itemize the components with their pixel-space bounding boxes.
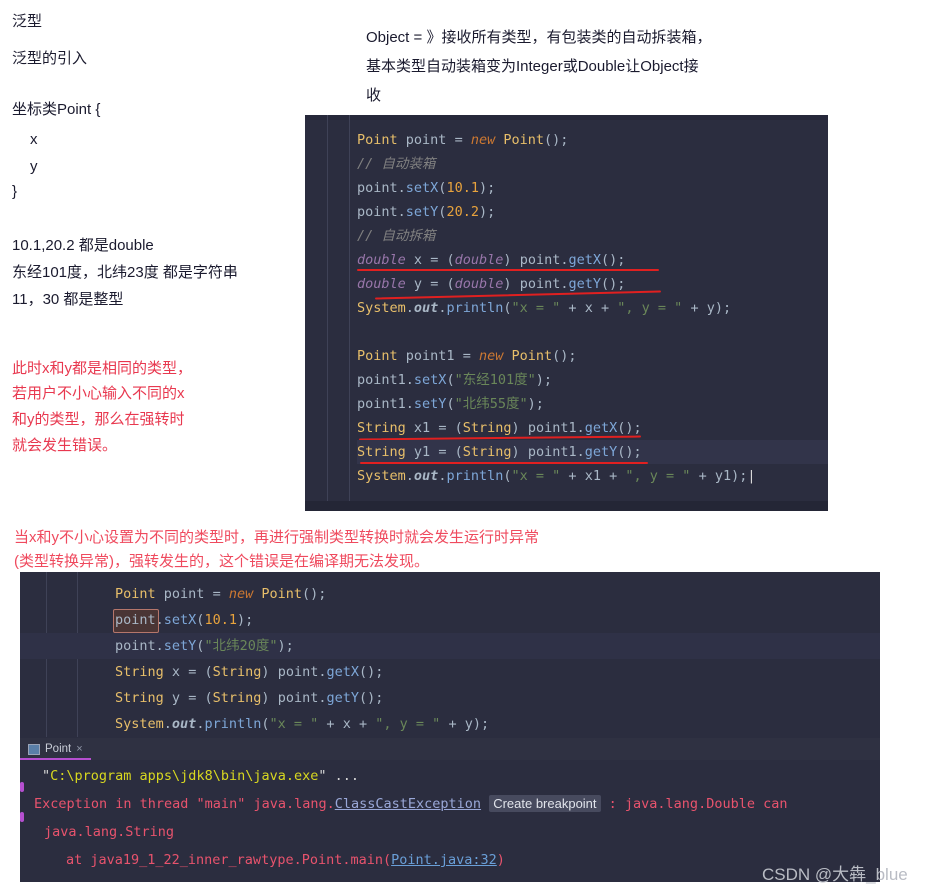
note-field-x: x [30, 131, 38, 148]
file-icon [28, 743, 40, 755]
console-tab-bar: Point × [20, 738, 880, 760]
code-line-error: point.setX(10.1); [113, 607, 880, 633]
note-red-left-line-2: 若用户不小心输入不同的x [12, 385, 185, 402]
code-line-cutoff: public static void main(String[] args) { [20, 572, 880, 581]
note-types-line-1: 10.1,20.2 都是double [12, 237, 154, 254]
code-line: // 自动拆箱 [357, 228, 436, 244]
note-title: 泛型 [12, 13, 43, 30]
code-line-annotated: double y = (double) point.getY(); [357, 272, 828, 300]
note-object-line-1: Object = 》接收所有类型，有包装类的自动拆装箱， [366, 29, 712, 46]
code-line: System.out.println("x = " + x1 + ", y = … [357, 468, 756, 484]
note-class-decl: 坐标类Point { [12, 101, 101, 118]
gutter-line-1 [327, 115, 328, 511]
console-gutter-mark [20, 812, 24, 822]
note-types-line-2: 东经101度，北纬23度 都是字符串 [12, 264, 238, 281]
create-breakpoint-badge[interactable]: Create breakpoint [489, 795, 601, 812]
code-line: point.setX(10.1); [357, 180, 496, 196]
console-line-exception: Exception in thread "main" java.lang.Cla… [34, 795, 788, 812]
code-line: Point point = new Point(); [357, 132, 569, 148]
code-line-annotated: String x1 = (String) point1.getX(); [357, 416, 828, 441]
note-red-mid-line-1: 当x和y不小心设置为不同的类型时，再进行强制类型转换时就会发生运行时异常 [14, 529, 540, 546]
code-line: System.out.println("x = " + x + ", y = "… [115, 716, 490, 732]
note-object-line-2: 基本类型自动装箱变为Integer或Double让Object接 [366, 58, 699, 75]
code-line: // 自动装箱 [357, 156, 436, 172]
note-subtitle: 泛型的引入 [12, 50, 88, 67]
console-line-command: "C:\program apps\jdk8\bin\java.exe" ... [42, 768, 359, 784]
console-gutter-mark [20, 782, 24, 792]
note-red-left-line-4: 就会发生错误。 [12, 437, 118, 454]
note-red-mid-line-2: (类型转换异常)，强转发生的，这个错误是在编译期无法发现。 [14, 553, 429, 570]
console-line-detail: java.lang.String [44, 824, 175, 840]
gutter-line-2 [349, 115, 350, 511]
tab-label: Point [45, 743, 72, 755]
note-red-left-line-1: 此时x和y都是相同的类型， [12, 360, 193, 377]
note-class-close: } [12, 183, 18, 200]
ide-screenshot[interactable]: public static void main(String[] args) {… [20, 572, 880, 882]
stacktrace-link[interactable]: Point.java:32 [391, 852, 497, 868]
code-line: String x = (String) point.getX(); [115, 664, 384, 680]
code-line-annotated: String y1 = (String) point1.getY(); [357, 440, 828, 464]
code-line-annotated: double x = (double) point.getX(); [357, 248, 828, 272]
code-line: Point point1 = new Point(); [357, 348, 577, 364]
code-line: point.setY(20.2); [357, 204, 496, 220]
note-red-left-line-3: 和y的类型，那么在强转时 [12, 411, 185, 428]
code-line: System.out.println("x = " + x + ", y = "… [357, 300, 732, 316]
red-underline [357, 269, 659, 271]
exception-link[interactable]: ClassCastException [335, 796, 481, 812]
code-line: point1.setX("东经101度"); [357, 372, 552, 388]
code-line: Point point = new Point(); [115, 586, 327, 602]
watermark: CSDN @大犇_blue [762, 865, 908, 884]
note-types-line-3: 11，30 都是整型 [12, 291, 124, 308]
note-field-y: y [30, 158, 38, 175]
console-line-stack: at java19_1_22_inner_rawtype.Point.main(… [66, 852, 505, 868]
code-block-primary[interactable]: Point point = new Point(); // 自动装箱 point… [305, 115, 828, 511]
code-line-current: point.setY("北纬20度"); [20, 633, 880, 659]
code-line: point1.setY("北纬55度"); [357, 396, 544, 412]
close-icon[interactable]: × [76, 743, 82, 755]
code-top-strip [305, 115, 828, 120]
code-bottom-strip [305, 501, 828, 511]
code-line: String y = (String) point.getY(); [115, 690, 384, 706]
page-root: 泛型 泛型的引入 坐标类Point { x y } 10.1,20.2 都是do… [0, 0, 941, 893]
console-output[interactable]: "C:\program apps\jdk8\bin\java.exe" ... … [20, 760, 880, 882]
note-object-line-3: 收 [366, 87, 382, 104]
tab-point[interactable]: Point × [20, 738, 91, 760]
